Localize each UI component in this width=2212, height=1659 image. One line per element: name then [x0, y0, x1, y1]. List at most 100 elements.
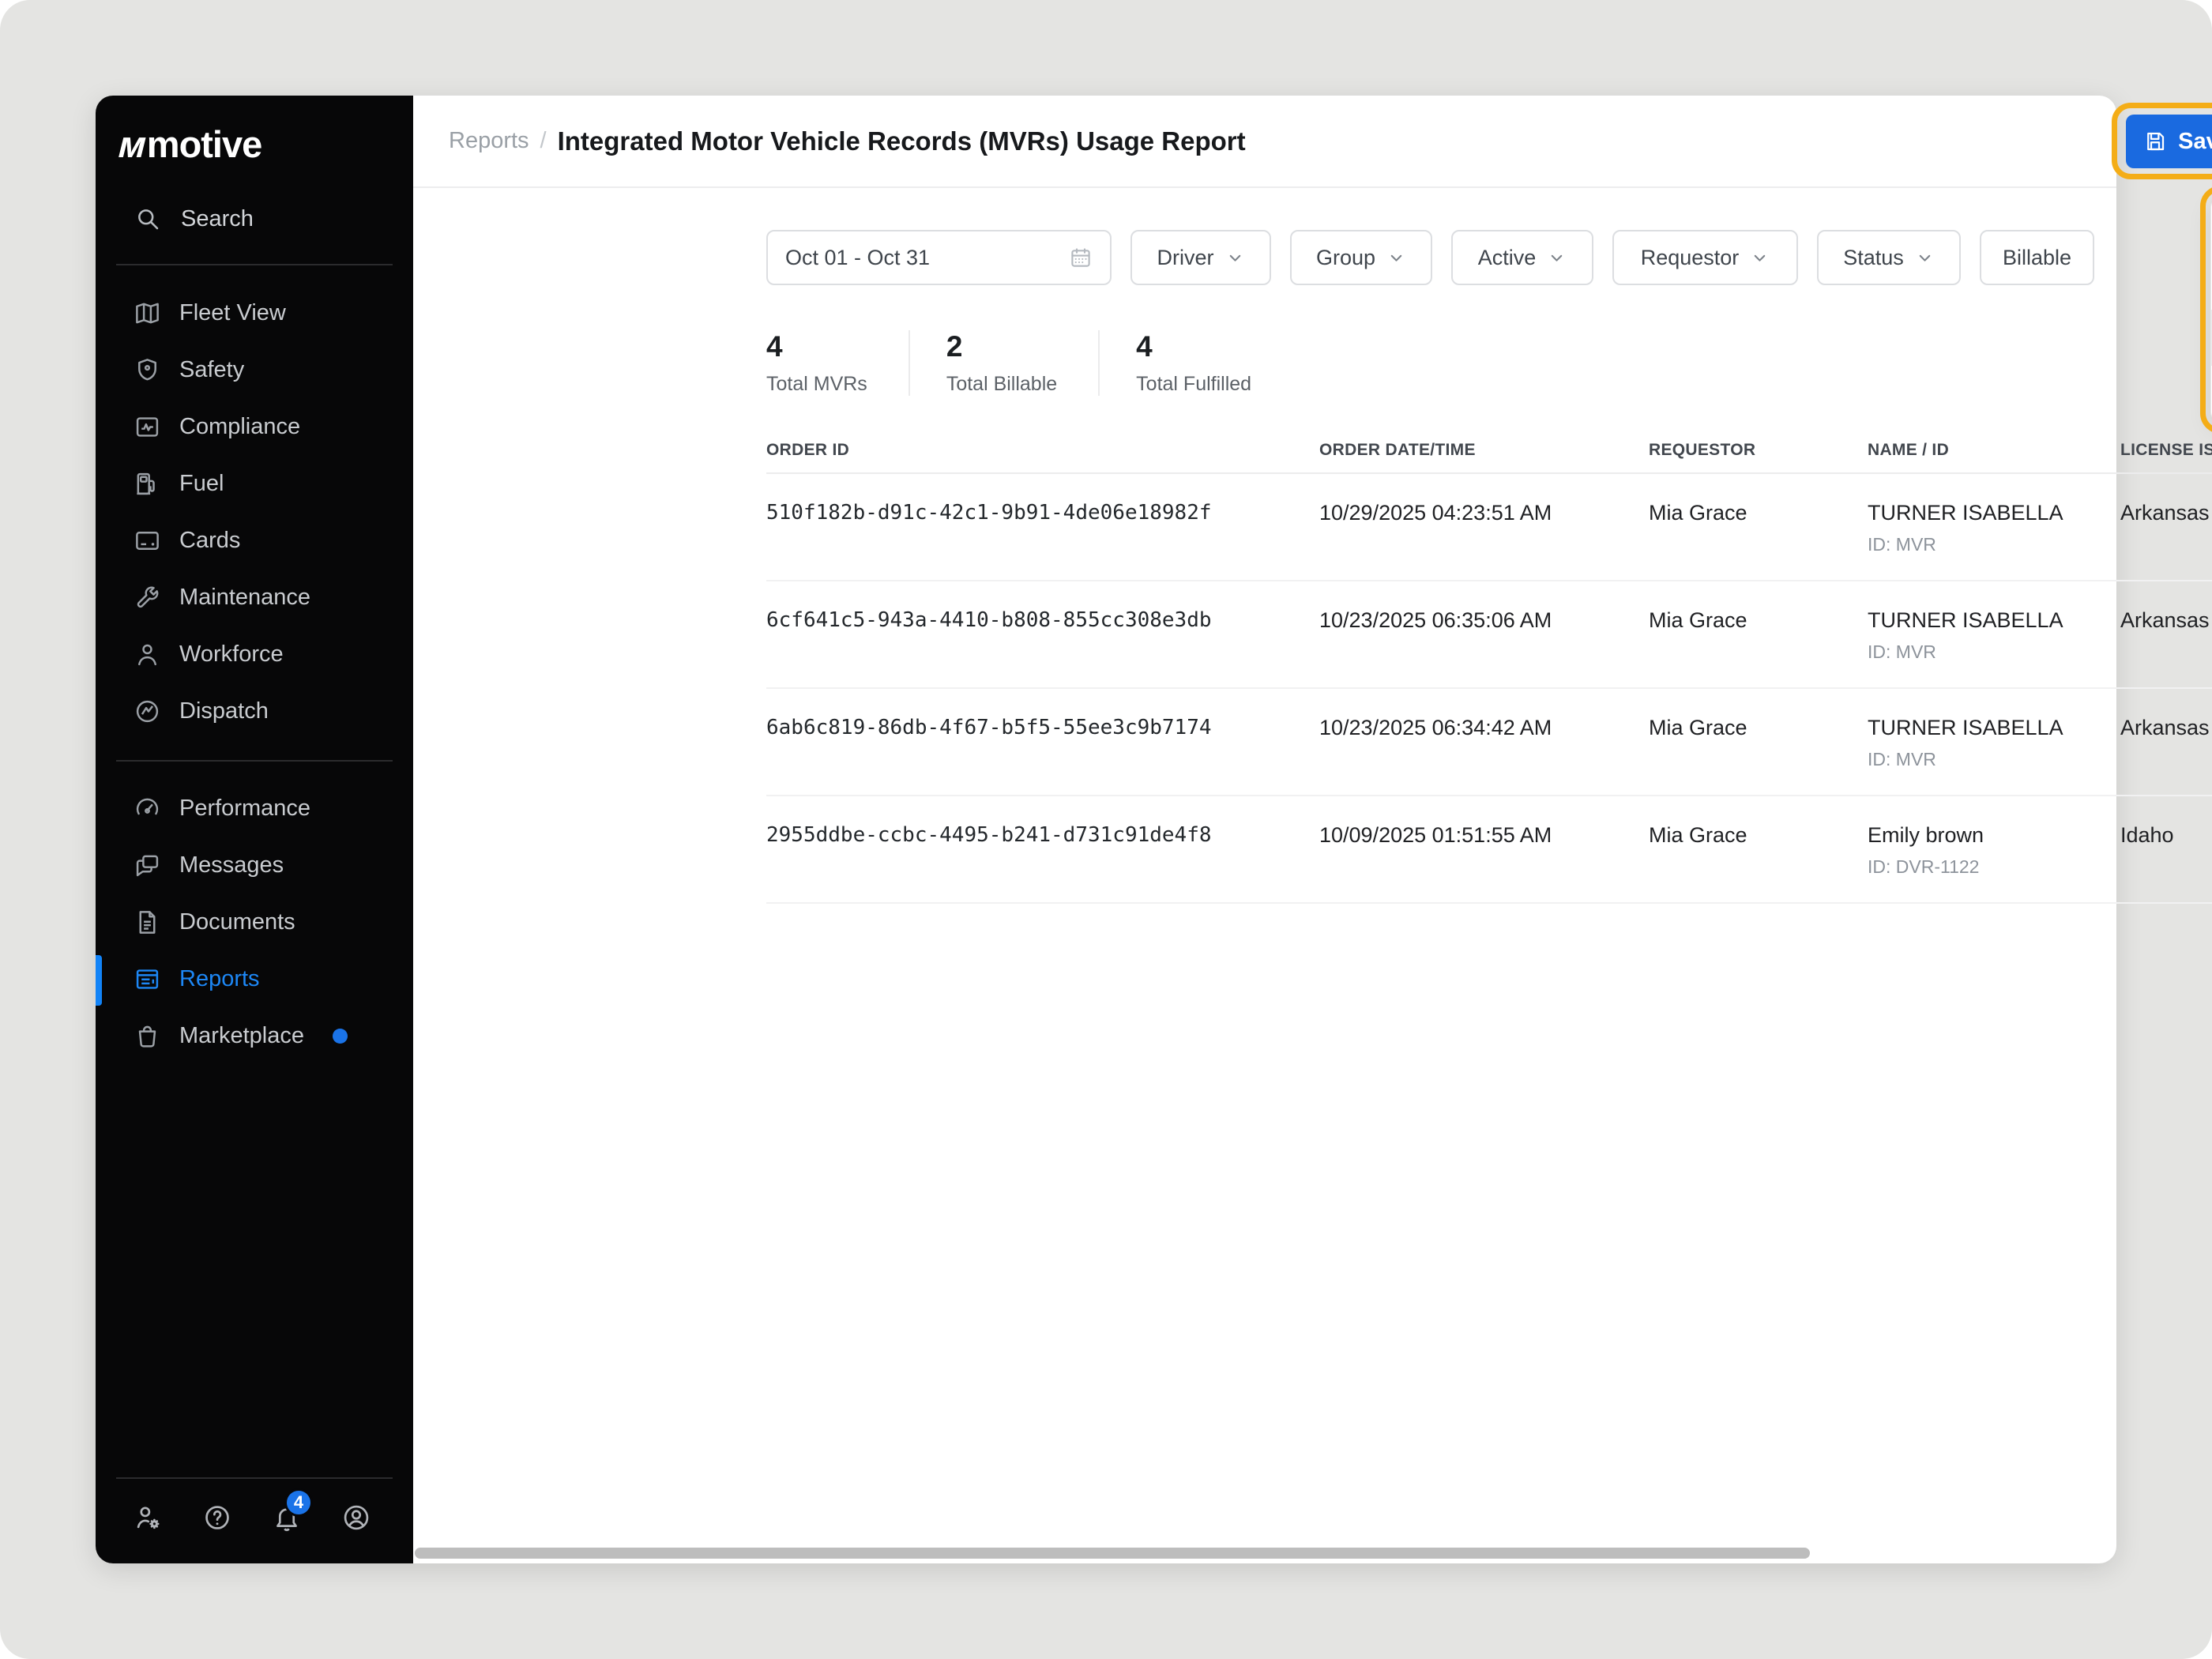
- sidebar-item-fuel[interactable]: Fuel: [96, 455, 413, 512]
- horizontal-scrollbar[interactable]: [415, 1548, 1810, 1559]
- table-row[interactable]: 2955ddbe-ccbc-4495-b241-d731c91de4f8 10/…: [766, 796, 2212, 904]
- table-row[interactable]: 6cf641c5-943a-4410-b808-855cc308e3db 10/…: [766, 581, 2212, 689]
- sidebar-item-label: Maintenance: [179, 585, 310, 611]
- sidebar-item-maintenance[interactable]: Maintenance: [96, 569, 413, 626]
- sidebar-item-label: Safety: [179, 357, 244, 383]
- sidebar-footer: [133, 1503, 371, 1533]
- sidebar-item-compliance[interactable]: Compliance: [96, 398, 413, 455]
- active-filter-label: Active: [1478, 246, 1537, 270]
- filter-bar: Oct 01 - Oct 31 Driver Group Active Requ…: [766, 230, 2094, 285]
- breadcrumb-reports-link[interactable]: Reports: [449, 128, 529, 154]
- sidebar-item-label: Dispatch: [179, 698, 269, 724]
- sidebar-item-marketplace[interactable]: Marketplace: [96, 1007, 413, 1064]
- column-header-requestor: REQUESTOR: [1649, 441, 1868, 460]
- sidebar-nav-group-2: Performance Messages Documents Reports M…: [96, 780, 413, 1064]
- sidebar-item-safety[interactable]: Safety: [96, 341, 413, 398]
- cell-name-id: TURNER ISABELLAID: MVR: [1868, 714, 2120, 795]
- stat-total-mvrs: 4 Total MVRs: [766, 330, 908, 396]
- driver-filter-label: Driver: [1157, 246, 1214, 270]
- cell-name-id: Emily brownID: DVR-1122: [1868, 822, 2120, 902]
- sidebar-item-workforce[interactable]: Workforce: [96, 626, 413, 683]
- dispatch-icon: [134, 698, 161, 725]
- user-settings-icon: [133, 1503, 163, 1533]
- sidebar-item-messages[interactable]: Messages: [96, 837, 413, 893]
- billable-filter-label: Billable: [2003, 246, 2071, 270]
- cell-license-authority: Idaho: [2120, 822, 2212, 902]
- group-filter[interactable]: Group: [1290, 230, 1432, 285]
- main-content: Reports / Integrated Motor Vehicle Recor…: [413, 96, 2116, 1563]
- stat-label: Total MVRs: [766, 373, 867, 396]
- marketplace-new-dot: [333, 1029, 348, 1044]
- sidebar-item-reports[interactable]: Reports: [96, 950, 413, 1007]
- sidebar-divider: [116, 760, 393, 762]
- driver-name: TURNER ISABELLA: [1868, 501, 2063, 525]
- status-filter-label: Status: [1843, 246, 1904, 270]
- sidebar-divider: [116, 1477, 393, 1479]
- driver-name: Emily brown: [1868, 823, 1984, 847]
- stat-value: 4: [766, 330, 867, 363]
- table-row[interactable]: 6ab6c819-86db-4f67-b5f5-55ee3c9b7174 10/…: [766, 689, 2212, 796]
- sidebar-item-documents[interactable]: Documents: [96, 893, 413, 950]
- wrench-icon: [134, 584, 161, 611]
- chevron-down-icon: [1225, 248, 1245, 268]
- sidebar-item-cards[interactable]: Cards: [96, 512, 413, 569]
- sidebar-search[interactable]: Search: [134, 200, 254, 238]
- active-filter[interactable]: Active: [1451, 230, 1593, 285]
- driver-filter[interactable]: Driver: [1130, 230, 1271, 285]
- cell-license-authority: Arkansas: [2120, 499, 2212, 580]
- sidebar-item-label: Fuel: [179, 471, 224, 497]
- save-button[interactable]: Save: [2126, 115, 2212, 168]
- sidebar-item-fleet-view[interactable]: Fleet View: [96, 284, 413, 341]
- breadcrumb: Reports / Integrated Motor Vehicle Recor…: [449, 96, 1246, 186]
- driver-name: TURNER ISABELLA: [1868, 716, 2063, 739]
- shield-icon: [134, 356, 161, 384]
- cell-requestor: Mia Grace: [1649, 714, 1868, 795]
- sidebar-item-dispatch[interactable]: Dispatch: [96, 683, 413, 739]
- sidebar-item-label: Performance: [179, 796, 310, 822]
- sidebar-item-label: Reports: [179, 966, 260, 992]
- sidebar-nav-group-1: Fleet View Safety Compliance Fuel Cards: [96, 284, 413, 739]
- billable-filter[interactable]: Billable: [1980, 230, 2094, 285]
- messages-icon: [134, 852, 161, 879]
- search-label: Search: [181, 206, 254, 232]
- cell-order-datetime: 10/23/2025 06:34:42 AM: [1319, 714, 1649, 795]
- cell-requestor: Mia Grace: [1649, 607, 1868, 687]
- motive-logo: ᴍmotive: [119, 122, 261, 166]
- cell-order-datetime: 10/23/2025 06:35:06 AM: [1319, 607, 1649, 687]
- search-icon: [134, 205, 162, 233]
- sidebar-item-performance[interactable]: Performance: [96, 780, 413, 837]
- fuel-pump-icon: [134, 470, 161, 498]
- logo-m-glyph: ᴍ: [114, 122, 151, 166]
- sidebar: ᴍmotive Search Fleet View Safety Complia…: [96, 96, 413, 1563]
- logo-text: motive: [147, 123, 262, 165]
- stat-total-billable: 2 Total Billable: [908, 330, 1098, 396]
- reports-icon: [134, 965, 161, 993]
- stat-value: 2: [946, 330, 1057, 363]
- sidebar-divider: [116, 264, 393, 265]
- mvr-usage-table: ORDER ID ORDER DATE/TIME REQUESTOR NAME …: [766, 427, 2212, 904]
- column-header-order-datetime: ORDER DATE/TIME: [1319, 441, 1649, 460]
- date-range-filter[interactable]: Oct 01 - Oct 31: [766, 230, 1112, 285]
- help-button[interactable]: [202, 1503, 232, 1533]
- user-settings-button[interactable]: [133, 1503, 163, 1533]
- column-header-order-id: ORDER ID: [766, 441, 1319, 460]
- sidebar-item-label: Cards: [179, 528, 240, 554]
- cell-name-id: TURNER ISABELLAID: MVR: [1868, 607, 2120, 687]
- column-header-name-id: NAME / ID: [1868, 441, 2120, 460]
- floppy-save-icon: [2143, 130, 2167, 153]
- cell-order-datetime: 10/09/2025 01:51:55 AM: [1319, 822, 1649, 902]
- column-header-license-authority: LICENSE ISSUING AUTHORITY: [2120, 441, 2212, 460]
- person-icon: [134, 641, 161, 668]
- page-title: Integrated Motor Vehicle Records (MVRs) …: [558, 126, 1246, 156]
- credit-card-icon: [134, 527, 161, 555]
- requestor-filter[interactable]: Requestor: [1612, 230, 1798, 285]
- table-row[interactable]: 510f182b-d91c-42c1-9b91-4de06e18982f 10/…: [766, 474, 2212, 581]
- account-button[interactable]: [341, 1503, 371, 1533]
- stat-label: Total Fulfilled: [1136, 373, 1251, 396]
- stat-label: Total Billable: [946, 373, 1057, 396]
- sidebar-item-label: Marketplace: [179, 1023, 304, 1049]
- cell-order-datetime: 10/29/2025 04:23:51 AM: [1319, 499, 1649, 580]
- chevron-down-icon: [1386, 248, 1406, 268]
- account-icon: [341, 1503, 371, 1533]
- status-filter[interactable]: Status: [1817, 230, 1961, 285]
